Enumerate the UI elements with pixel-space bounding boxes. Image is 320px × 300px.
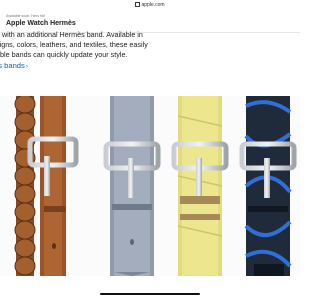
lock-icon [135, 2, 141, 8]
yellow-textile-band [171, 96, 229, 276]
black-blue-textile-band [239, 96, 297, 276]
intro-paragraph: h with an additional Hermès band. Availa… [0, 30, 186, 60]
brown-chain-leather-band [14, 94, 79, 276]
status-bar: apple.com [0, 0, 300, 12]
blue-gray-leather-band [103, 96, 161, 276]
home-indicator[interactable] [100, 293, 200, 295]
chevron-right-icon: › [25, 64, 28, 70]
bottom-bar [0, 276, 300, 300]
url-text: apple.com [141, 2, 165, 8]
url-bar[interactable]: apple.com [0, 2, 300, 8]
bands-image [14, 94, 297, 276]
see-bands-link[interactable]: es bands› [0, 61, 28, 70]
product-title[interactable]: Apple Watch Hermès [6, 20, 76, 27]
intro-line: able bands can quickly update your style… [0, 50, 128, 59]
intro-line: h with an additional Hermès band. Availa… [0, 30, 143, 39]
product-eyebrow: Available soon. Hero fall [6, 14, 45, 18]
intro-line: signs, colors, leathers, and textiles, t… [0, 40, 148, 49]
see-bands-label: es bands [0, 61, 25, 70]
bands-gallery [0, 94, 300, 276]
